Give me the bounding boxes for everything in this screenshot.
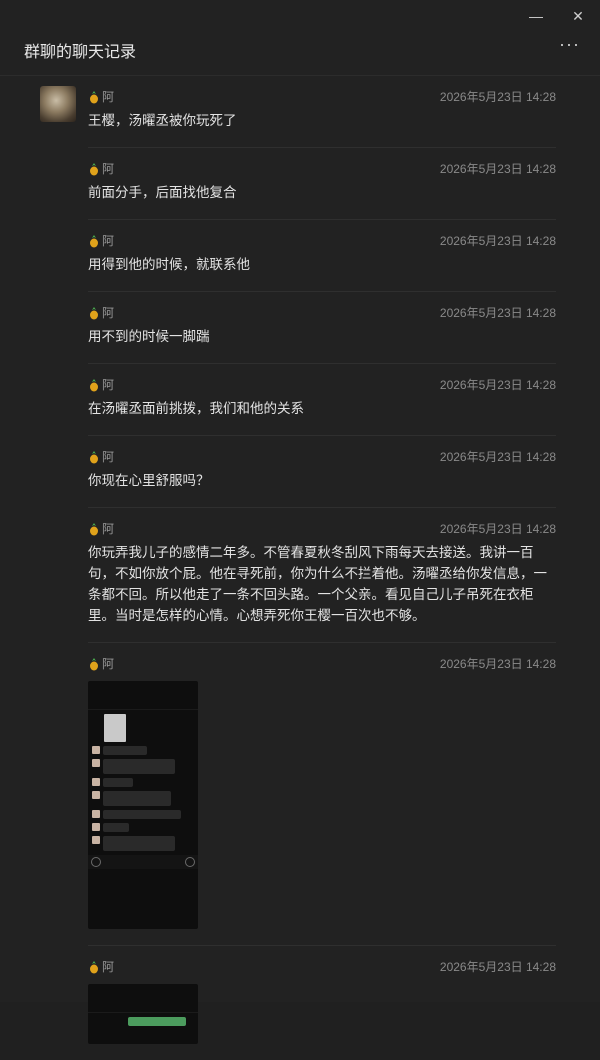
sender-name: 阿: [102, 450, 115, 464]
sender-name: 阿: [102, 234, 115, 248]
sender-name: 阿: [102, 657, 115, 671]
message-item[interactable]: 阿 2026年5月23日 14:28 前面分手，后面找他复合: [88, 148, 556, 220]
message-item[interactable]: 阿 2026年5月23日 14:28 你玩弄我儿子的感情二年多。不管春夏秋冬刮风…: [88, 508, 556, 643]
avatar[interactable]: [40, 86, 76, 122]
header: 群聊的聊天记录 ···: [24, 34, 580, 61]
sender: 阿: [88, 448, 114, 465]
sender: 阿: [88, 232, 114, 249]
image-thumbnail: [104, 714, 126, 742]
message-item[interactable]: 阿 2026年5月23日 14:28: [88, 643, 556, 946]
sent-bubble: [128, 1017, 186, 1026]
screenshot-input-bar: [88, 855, 198, 869]
sender: 阿: [88, 655, 114, 672]
message-time: 2026年5月23日 14:28: [439, 450, 556, 464]
pineapple-icon: [90, 522, 98, 535]
sender: 阿: [88, 520, 114, 537]
message-text: 前面分手，后面找他复合: [88, 185, 237, 200]
sender-name: 阿: [102, 306, 115, 320]
chat-history-window: — ✕ 群聊的聊天记录 ··· 阿 2026年5月23日 14:28 王樱，汤曜…: [0, 0, 600, 1044]
window-controls: — ✕: [526, 6, 588, 26]
message-item[interactable]: 阿 2026年5月23日 14:28: [88, 946, 556, 1060]
status-bar: [88, 984, 198, 1000]
sender: 阿: [88, 958, 114, 975]
pineapple-icon: [90, 162, 98, 175]
message-text: 你现在心里舒服吗？: [88, 473, 210, 488]
pineapple-icon: [90, 234, 98, 247]
message-time: 2026年5月23日 14:28: [439, 306, 556, 320]
pineapple-icon: [90, 378, 98, 391]
message-time: 2026年5月23日 14:28: [439, 960, 556, 974]
message-time: 2026年5月23日 14:28: [439, 378, 556, 392]
message-item[interactable]: 阿 2026年5月23日 14:28 用得到他的时候，就联系他: [88, 220, 556, 292]
message-text: 用不到的时候一脚踹: [88, 329, 210, 344]
message-item[interactable]: 阿 2026年5月23日 14:28 王樱，汤曜丞被你玩死了: [40, 76, 556, 148]
message-list[interactable]: 阿 2026年5月23日 14:28 王樱，汤曜丞被你玩死了 阿 2026年5月…: [0, 76, 600, 1060]
sender-name: 阿: [102, 378, 115, 392]
sender-name: 阿: [102, 90, 115, 104]
sender: 阿: [88, 160, 114, 177]
message-text: 用得到他的时候，就联系他: [88, 257, 250, 272]
minimize-icon[interactable]: —: [526, 6, 546, 26]
message-time: 2026年5月23日 14:28: [439, 657, 556, 671]
sender-name: 阿: [102, 162, 115, 176]
chat-screenshot-image[interactable]: [88, 681, 198, 929]
sender-name: 阿: [102, 960, 115, 974]
message-text: 王樱，汤曜丞被你玩死了: [88, 113, 237, 128]
message-item[interactable]: 阿 2026年5月23日 14:28 你现在心里舒服吗？: [88, 436, 556, 508]
pineapple-icon: [90, 306, 98, 319]
chat-screenshot-image[interactable]: [88, 984, 198, 1044]
pineapple-icon: [90, 657, 98, 670]
sender: 阿: [88, 304, 114, 321]
message-text: 在汤曜丞面前挑拨，我们和他的关系: [88, 401, 304, 416]
sender: 阿: [88, 376, 114, 393]
message-time: 2026年5月23日 14:28: [439, 90, 556, 104]
more-icon[interactable]: ···: [559, 34, 580, 55]
pineapple-icon: [90, 960, 98, 973]
message-text: 你玩弄我儿子的感情二年多。不管春夏秋冬刮风下雨每天去接送。我讲一百句，不如你放个…: [88, 545, 547, 623]
sender-name: 阿: [102, 522, 115, 536]
status-bar: [88, 681, 198, 697]
pineapple-icon: [90, 450, 98, 463]
page-title: 群聊的聊天记录: [24, 44, 137, 61]
pineapple-icon: [90, 90, 98, 103]
message-item[interactable]: 阿 2026年5月23日 14:28 用不到的时候一脚踹: [88, 292, 556, 364]
screenshot-chat-header: [88, 697, 198, 710]
message-time: 2026年5月23日 14:28: [439, 234, 556, 248]
message-time: 2026年5月23日 14:28: [439, 522, 556, 536]
message-time: 2026年5月23日 14:28: [439, 162, 556, 176]
message-item[interactable]: 阿 2026年5月23日 14:28 在汤曜丞面前挑拨，我们和他的关系: [88, 364, 556, 436]
close-icon[interactable]: ✕: [568, 6, 588, 26]
sender: 阿: [88, 88, 114, 105]
